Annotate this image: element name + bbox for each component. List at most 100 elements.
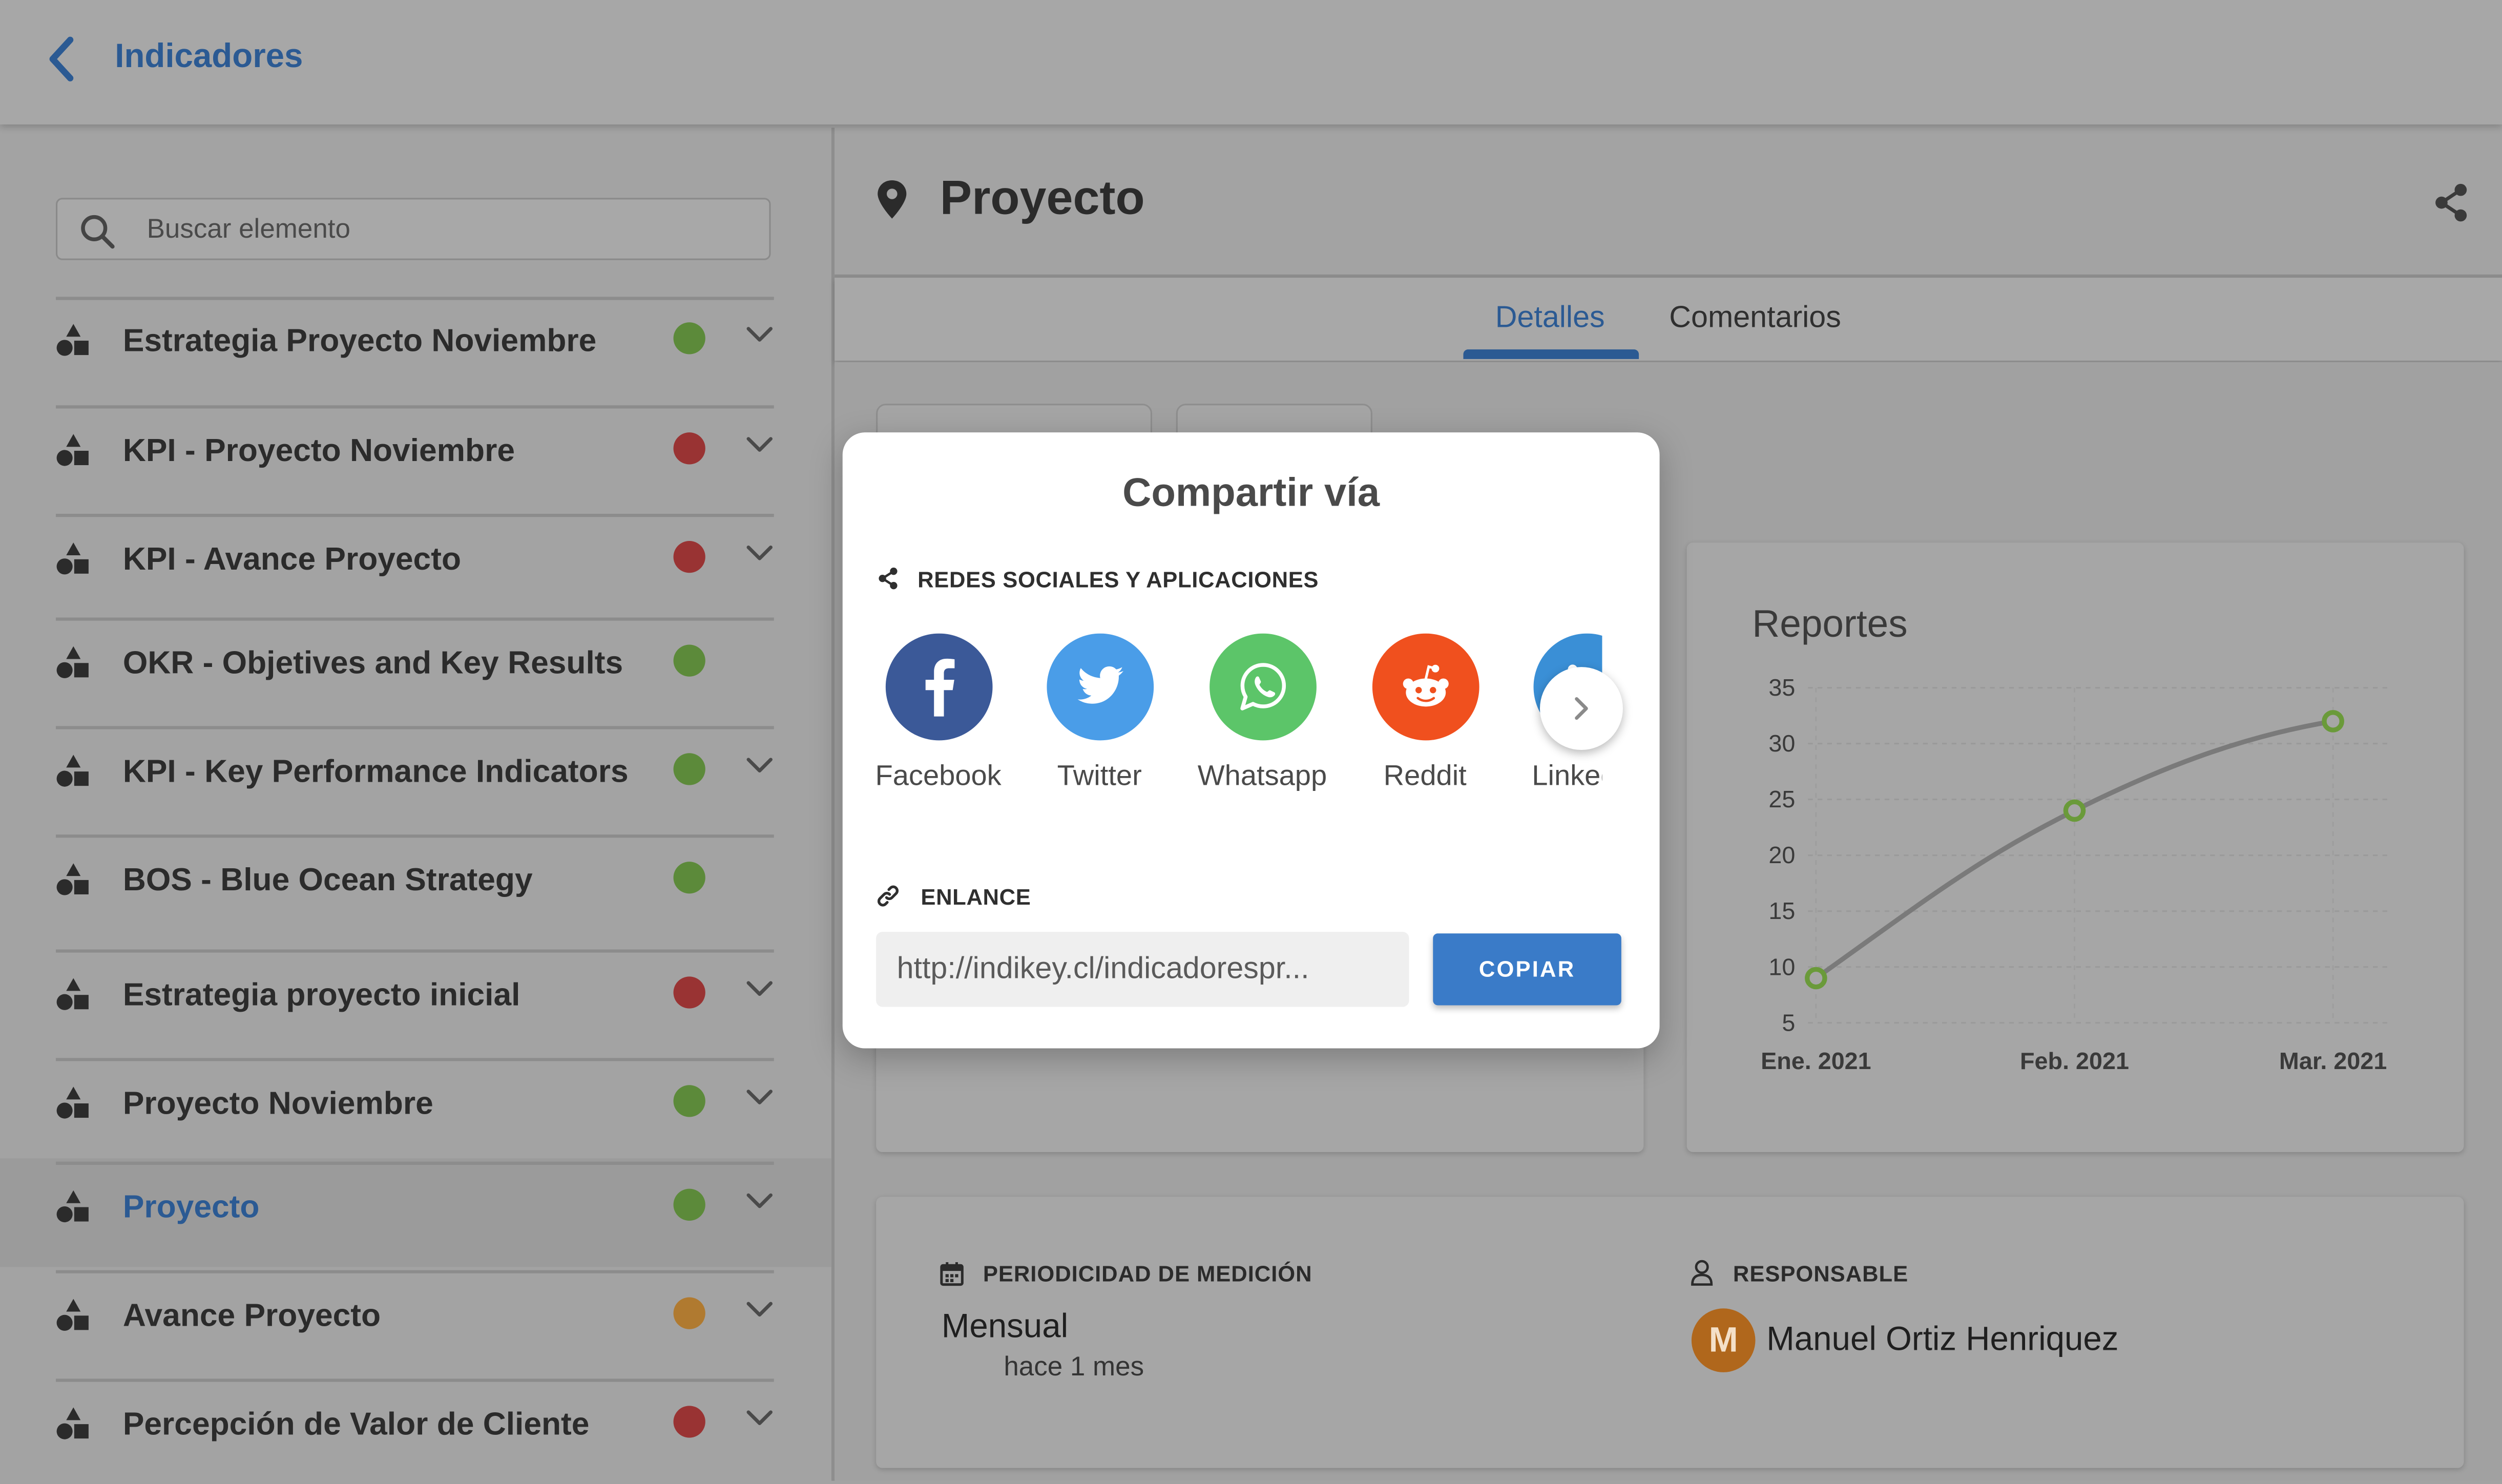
data-point[interactable]	[2322, 710, 2344, 733]
facebook-button[interactable]	[885, 633, 992, 741]
shapes-icon	[56, 324, 89, 356]
sidebar-item[interactable]: OKR - Objetives and Key Results	[0, 614, 831, 723]
sidebar-item[interactable]: Proyecto Noviembre	[0, 1055, 831, 1163]
sidebar-item[interactable]: Proyecto	[0, 1158, 831, 1267]
main-header-divider	[835, 274, 2502, 277]
sidebar-item-label: Estrategia proyecto inicial	[122, 978, 520, 1014]
sidebar-item-label: Avance Proyecto	[122, 1299, 381, 1334]
share-apps-row: Facebook Twitter Whatsapp Reddit Linke	[871, 633, 1602, 809]
calendar-icon	[940, 1262, 964, 1286]
share-whatsapp[interactable]: Whatsapp	[1191, 633, 1334, 793]
sidebar-item[interactable]: KPI - Key Performance Indicators	[0, 723, 831, 831]
status-dot	[673, 1297, 705, 1329]
chevron-down-icon[interactable]	[744, 1407, 776, 1430]
sidebar-separator	[56, 1058, 774, 1060]
sidebar-item-label: Percepción de Valor de Cliente	[122, 1407, 590, 1443]
x-tick-label: Ene. 2021	[1761, 1048, 1871, 1074]
chevron-right-icon	[1575, 697, 1588, 720]
share-facebook[interactable]: Facebook	[871, 633, 1010, 793]
chevron-down-icon[interactable]	[744, 1190, 776, 1213]
whatsapp-button[interactable]	[1208, 633, 1316, 741]
shapes-icon	[56, 1299, 89, 1331]
y-tick-label: 25	[1768, 786, 1795, 812]
shapes-icon	[56, 646, 89, 678]
avatar: M	[1691, 1308, 1756, 1372]
share-reddit[interactable]: Reddit	[1353, 633, 1497, 793]
copy-button[interactable]: COPIAR	[1433, 933, 1621, 1006]
top-header: Indicadores	[0, 0, 2502, 124]
search-input[interactable]	[143, 199, 757, 260]
sidebar-separator	[56, 1161, 774, 1164]
reports-chart: 5 10 15 20 25 30 35 Ene. 2021 Feb. 2021 Mar. 2021	[1761, 674, 2389, 1074]
periodicity-updated: hace 1 mes	[1004, 1351, 1144, 1382]
back-arrow-icon[interactable]	[41, 32, 86, 86]
reddit-button[interactable]	[1371, 633, 1479, 741]
data-point[interactable]	[1805, 967, 1827, 990]
status-dot	[673, 540, 705, 573]
status-dot	[673, 644, 705, 677]
status-dot	[673, 862, 705, 894]
dialog-title: Compartir vía	[1122, 470, 1380, 516]
tab-detalles[interactable]: Detalles	[1495, 302, 1605, 337]
twitter-button[interactable]	[1046, 633, 1153, 741]
chevron-down-icon[interactable]	[744, 434, 776, 456]
sidebar-separator	[56, 949, 774, 952]
y-tick-label: 5	[1782, 1009, 1795, 1036]
sidebar-separator	[56, 1378, 774, 1382]
meta-card	[876, 1197, 2464, 1468]
chevron-down-icon[interactable]	[744, 542, 776, 565]
y-tick-label: 30	[1768, 730, 1795, 757]
share-label-whatsapp: Whatsapp	[1197, 759, 1327, 792]
responsible-name: Manuel Ortiz Henriquez	[1766, 1321, 2119, 1358]
link-url: http://indikey.cl/indicadorespr...	[896, 952, 1309, 987]
sidebar-item[interactable]: Avance Proyecto	[0, 1267, 831, 1375]
chevron-down-icon[interactable]	[744, 1086, 776, 1109]
sidebar-item[interactable]: Estrategia proyecto inicial	[0, 946, 831, 1055]
sidebar-separator	[56, 726, 774, 728]
chevron-down-icon[interactable]	[744, 978, 776, 1000]
status-dot	[673, 432, 705, 465]
sidebar-item[interactable]: KPI - Proyecto Noviembre	[0, 402, 831, 511]
x-tick-label: Mar. 2021	[2279, 1048, 2387, 1074]
sidebar-separator	[56, 834, 774, 837]
sidebar-item[interactable]: BOS - Blue Ocean Strategy	[0, 831, 831, 940]
shapes-icon	[56, 1407, 89, 1439]
shapes-icon	[56, 755, 89, 787]
header-title: Indicadores	[115, 38, 303, 75]
social-section-label: REDES SOCIALES Y APLICACIONES	[918, 566, 1319, 592]
reddit-icon	[1402, 664, 1448, 707]
sidebar-item-label: KPI - Proyecto Noviembre	[122, 434, 515, 469]
sidebar-item-label: Proyecto Noviembre	[122, 1086, 433, 1122]
sidebar-item-label: OKR - Objetives and Key Results	[122, 646, 623, 682]
shapes-icon	[56, 542, 89, 575]
data-point[interactable]	[2063, 799, 2086, 822]
status-dot	[673, 1085, 705, 1117]
status-dot	[673, 753, 705, 785]
user-icon	[1691, 1260, 1713, 1286]
search-box[interactable]	[56, 198, 771, 260]
sidebar-item-label: KPI - Key Performance Indicators	[122, 755, 629, 790]
next-apps-button[interactable]	[1539, 667, 1623, 750]
status-dot	[673, 1406, 705, 1438]
share-label-reddit: Reddit	[1383, 759, 1467, 792]
y-tick-label: 20	[1768, 842, 1795, 868]
sidebar-item[interactable]: Estrategia Proyecto Noviembre	[0, 292, 831, 401]
sidebar-item[interactable]: KPI - Avance Proyecto	[0, 511, 831, 619]
link-field[interactable]: http://indikey.cl/indicadorespr...	[876, 932, 1409, 1007]
share-dialog: Compartir vía REDES SOCIALES Y APLICACIO…	[842, 432, 1660, 1049]
page-title: Proyecto	[940, 172, 1145, 225]
shapes-icon	[56, 434, 89, 466]
sidebar-item-label: Proyecto	[122, 1190, 260, 1226]
chevron-down-icon[interactable]	[744, 324, 776, 346]
twitter-icon	[1077, 666, 1123, 704]
chevron-down-icon[interactable]	[744, 1299, 776, 1322]
share-icon[interactable]	[2430, 182, 2472, 223]
tab-comentarios[interactable]: Comentarios	[1669, 302, 1841, 337]
y-tick-label: 15	[1768, 897, 1795, 924]
chevron-down-icon[interactable]	[744, 755, 776, 777]
share-label-twitter: Twitter	[1057, 759, 1142, 792]
x-tick-label: Feb. 2021	[2020, 1048, 2129, 1074]
share-twitter[interactable]: Twitter	[1028, 633, 1171, 793]
sidebar-item[interactable]: Percepción de Valor de Cliente	[0, 1375, 831, 1484]
status-dot	[673, 976, 705, 1009]
